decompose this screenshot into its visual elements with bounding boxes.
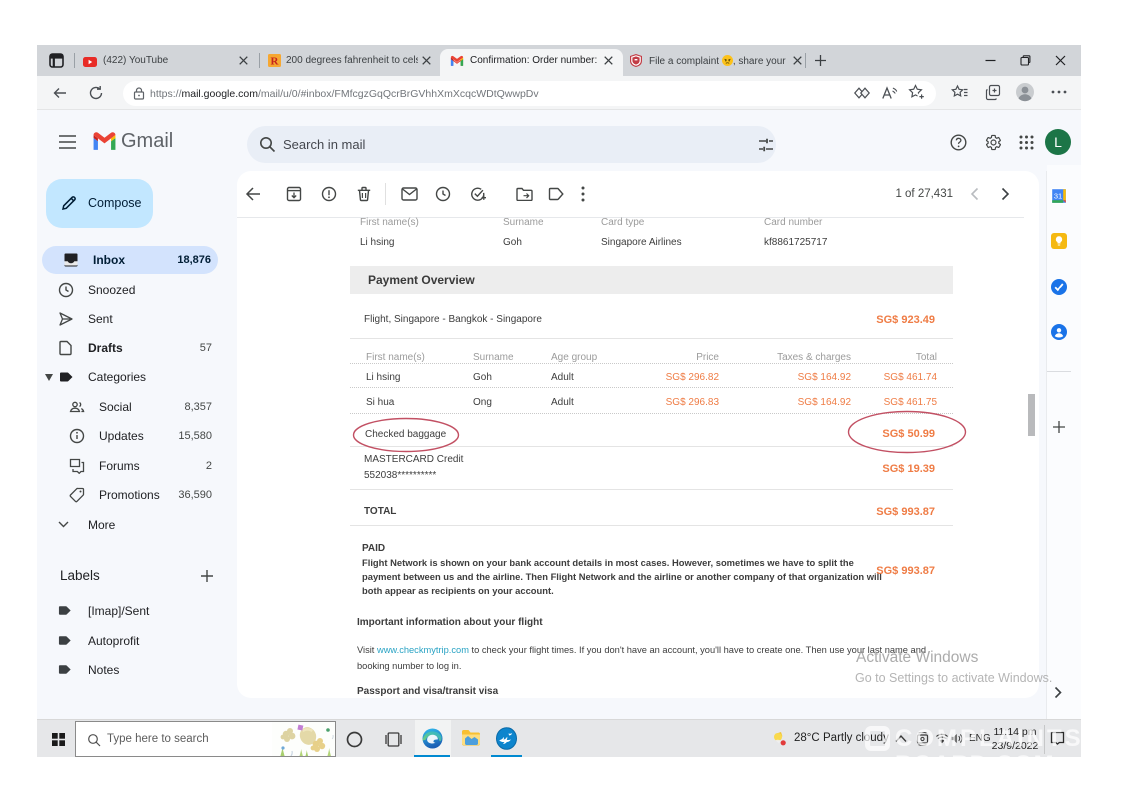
svg-text:31: 31	[1054, 192, 1062, 201]
svg-text:R: R	[271, 55, 280, 67]
